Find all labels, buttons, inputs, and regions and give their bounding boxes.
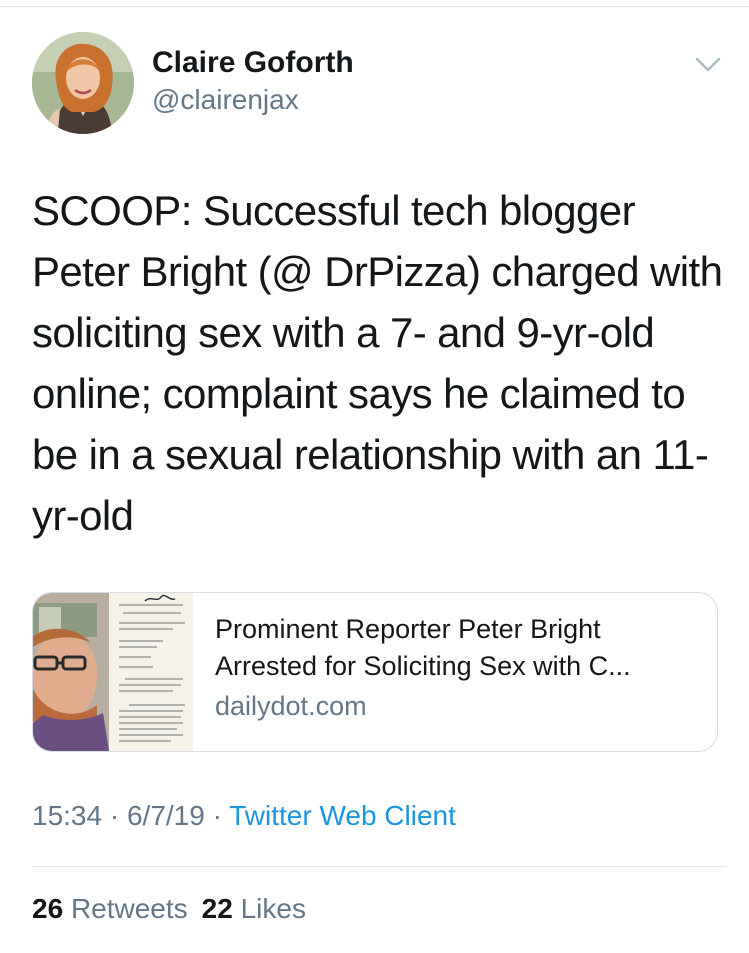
link-card-thumbnail xyxy=(33,593,193,751)
likes-count: 22 xyxy=(201,893,233,924)
avatar[interactable] xyxy=(32,32,134,134)
tweet-text: SCOOP: Successful tech blogger Peter Bri… xyxy=(32,180,723,546)
link-card-title: Prominent Reporter Peter Bright Arrested… xyxy=(215,611,705,685)
chevron-down-icon[interactable] xyxy=(694,54,722,76)
tweet-meta: 15:34 · 6/7/19 · Twitter Web Client xyxy=(32,800,456,832)
avatar-photo xyxy=(32,32,134,134)
author-handle[interactable]: @clairenjax xyxy=(152,84,299,116)
link-card-title-line: Prominent Reporter Peter Bright xyxy=(215,614,601,644)
top-divider xyxy=(0,6,749,7)
meta-separator: · xyxy=(212,800,222,831)
likes-label: Likes xyxy=(240,893,306,924)
tweet-text-line: be in a sexual relationship with an 11- xyxy=(32,431,709,478)
link-card-domain: dailydot.com xyxy=(215,691,367,721)
link-card[interactable]: Prominent Reporter Peter Bright Arrested… xyxy=(32,592,718,752)
tweet-text-line: soliciting sex with a 7- and 9-yr-old xyxy=(32,309,655,356)
likes-link[interactable]: 22 Likes xyxy=(202,893,306,924)
tweet-text-line: yr-old xyxy=(32,492,134,539)
stats-divider xyxy=(32,866,726,867)
retweets-link[interactable]: 26 Retweets xyxy=(32,893,188,924)
retweets-label: Retweets xyxy=(70,893,188,924)
tweet-date[interactable]: 6/7/19 xyxy=(127,800,205,831)
meta-separator: · xyxy=(109,800,120,831)
link-card-title-line: Arrested for Soliciting Sex with C... xyxy=(215,651,631,681)
retweets-count: 26 xyxy=(32,893,64,924)
tweet-time[interactable]: 15:34 xyxy=(32,800,102,831)
tweet-text-line: online; complaint says he claimed to xyxy=(32,370,686,417)
tweet-text-line: Peter Bright (@ DrPizza) charged with xyxy=(32,248,723,295)
tweet-client-link[interactable]: Twitter Web Client xyxy=(229,800,456,831)
tweet-text-line: SCOOP: Successful tech blogger xyxy=(32,187,636,234)
author-name[interactable]: Claire Goforth xyxy=(152,46,354,80)
tweet-stats: 26 Retweets 22 Likes xyxy=(32,893,306,925)
